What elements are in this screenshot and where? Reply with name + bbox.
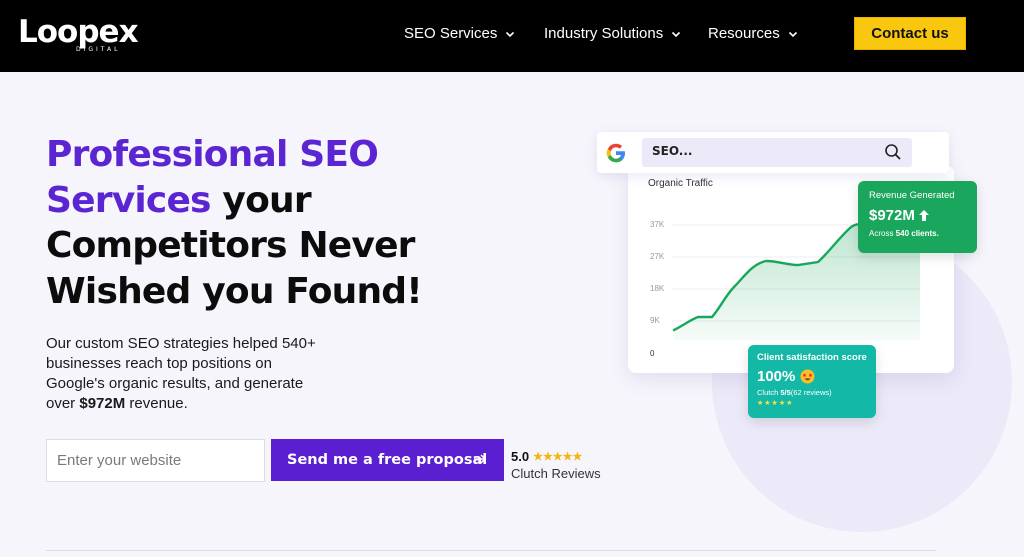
headline-part: Competitors Never [46, 225, 415, 266]
revenue-value-row: $972M [869, 207, 966, 224]
star-rating-icon: ★★★★★ [533, 451, 583, 463]
y-tick: 0 [650, 349, 655, 358]
headline-part: your [210, 179, 311, 221]
google-logo-icon [606, 143, 625, 163]
sat-sub-prefix: Clutch [757, 388, 781, 397]
revenue-subtext: Across 540 clients. [869, 229, 966, 238]
top-nav-bar: Loopex DIGITAL SEO Services Industry Sol… [0, 0, 1024, 72]
arrow-up-icon [918, 210, 929, 221]
search-query: SEO... [652, 144, 693, 158]
client-satisfaction-card: Client satisfaction score 100% Clutch 5/… [748, 345, 876, 418]
desc-text: revenue. [125, 395, 188, 412]
star-rating-icon: ★★★★★ [757, 400, 794, 407]
nav-seo-services[interactable]: SEO Services [404, 24, 515, 44]
nav-label: SEO Services [404, 25, 498, 42]
rating-label: Clutch Reviews [511, 466, 601, 481]
free-proposal-button[interactable]: Send me a free proposal [271, 439, 504, 481]
revenue-value: $972M [869, 207, 915, 224]
headline-part: Services [46, 179, 212, 221]
revenue-sub-prefix: Across [869, 229, 896, 238]
sat-sub-bold: 5/5 [780, 388, 791, 397]
hero-headline: Professional SEO Services your Competito… [46, 132, 476, 314]
satisfaction-value: 100% [757, 368, 796, 385]
search-field[interactable]: SEO... [642, 138, 912, 167]
y-tick: 9K [650, 316, 660, 325]
chevron-down-icon [506, 31, 515, 38]
chart-title: Organic Traffic [648, 178, 713, 189]
satisfaction-label: Client satisfaction score [757, 352, 867, 363]
logo-subtext: DIGITAL [76, 46, 121, 53]
y-tick: 27K [650, 252, 665, 261]
y-tick: 18K [650, 284, 665, 293]
contact-us-button[interactable]: Contact us [854, 17, 966, 50]
rating-value: 5.0 [511, 449, 530, 464]
revenue-label: Revenue Generated [869, 190, 955, 201]
rating-row: 5.0 ★★★★★ [511, 449, 601, 464]
chevron-down-icon [672, 31, 681, 38]
star-eyes-emoji-icon [800, 369, 815, 384]
section-divider [46, 550, 936, 551]
desc-highlight: $972M [79, 395, 126, 412]
search-icon[interactable] [884, 143, 902, 161]
arrow-right-icon [474, 454, 487, 464]
nav-industry-solutions[interactable]: Industry Solutions [544, 24, 681, 44]
headline-part: Professional SEO [46, 134, 379, 175]
nav-resources[interactable]: Resources [708, 24, 798, 44]
clutch-rating[interactable]: 5.0 ★★★★★ Clutch Reviews [511, 449, 601, 481]
headline-part: Wished you Found! [46, 270, 423, 312]
google-search-card: SEO... [597, 132, 949, 173]
hero-description: Our custom SEO strategies helped 540+ bu… [46, 334, 316, 414]
satisfaction-subtext: Clutch 5/5(62 reviews) [757, 388, 867, 397]
sat-sub-suffix: (62 reviews) [790, 388, 832, 397]
loopex-logo[interactable]: Loopex DIGITAL [18, 12, 139, 58]
chevron-down-icon [788, 31, 797, 38]
nav-label: Resources [708, 25, 780, 42]
satisfaction-value-row: 100% [757, 368, 867, 385]
y-tick: 37K [650, 220, 665, 229]
button-label: Send me a free proposal [287, 452, 488, 468]
revenue-sub-bold: 540 clients. [895, 229, 939, 238]
nav-label: Industry Solutions [544, 25, 664, 42]
website-input[interactable] [46, 439, 265, 482]
revenue-generated-card: Revenue Generated $972M Across 540 clien… [858, 181, 977, 253]
